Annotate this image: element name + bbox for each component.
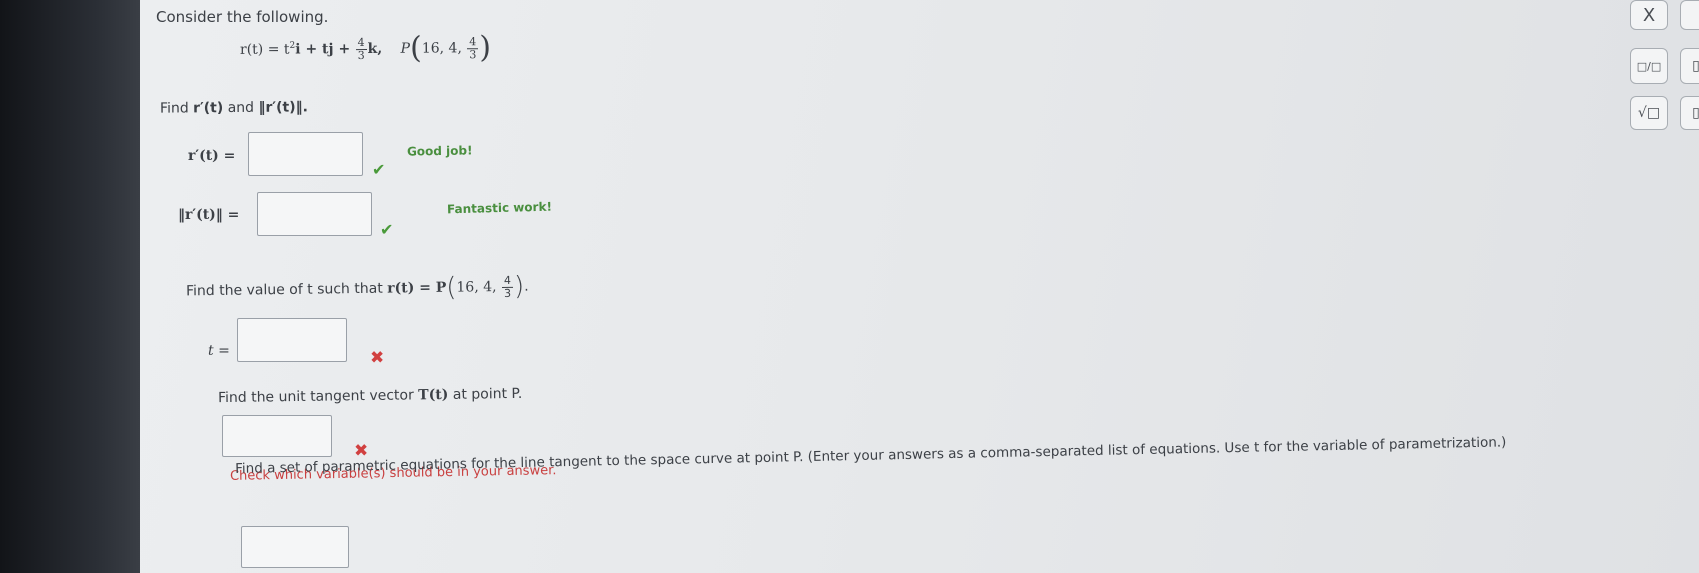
good-job-feedback: Good job! — [406, 143, 473, 159]
close-button[interactable]: X — [1630, 0, 1668, 30]
t-value-input[interactable] — [237, 318, 347, 362]
fantastic-work-feedback: Fantastic work! — [446, 199, 553, 217]
toolbar-edge-button[interactable] — [1680, 0, 1699, 30]
question-3-prompt: Find the unit tangent vector T(t) at poi… — [217, 385, 523, 407]
unit-tangent-input[interactable] — [222, 415, 332, 457]
incorrect-icon: ✖ — [370, 348, 385, 368]
parametric-line-input[interactable] — [241, 526, 349, 568]
t-label: t = — [208, 343, 230, 359]
check-icon: ✔ — [380, 220, 394, 239]
rprime-input[interactable] — [248, 132, 363, 176]
superscript-button[interactable]: ▯ — [1680, 96, 1699, 130]
question-1-prompt: Find r′(t) and ‖r′(t)‖. — [159, 99, 308, 117]
fraction-four-thirds: 43 — [355, 35, 367, 62]
fraction-button[interactable]: □/□ — [1630, 48, 1668, 84]
curve-equation: r(t) = t2i + tj + 4 3 k, P(16, 4, 4 3) — [239, 30, 492, 66]
sqrt-button[interactable]: √□ — [1630, 96, 1668, 130]
rprime-norm-input[interactable] — [257, 192, 372, 236]
question-2-prompt: Find the value of t such that r(t) = P(1… — [185, 271, 529, 303]
question-4-prompt: Find a set of parametric equations for t… — [235, 434, 1507, 477]
rprime-norm-label: ‖r′(t)‖ = — [178, 207, 240, 223]
homework-page: Consider the following. r(t) = t2i + tj … — [140, 0, 1699, 573]
subscript-button[interactable]: ▯ — [1680, 48, 1699, 84]
rprime-label: r′(t) = — [188, 148, 236, 164]
check-icon: ✔ — [372, 160, 386, 179]
intro-text: Consider the following. — [156, 8, 329, 26]
monitor-bezel — [0, 0, 140, 573]
